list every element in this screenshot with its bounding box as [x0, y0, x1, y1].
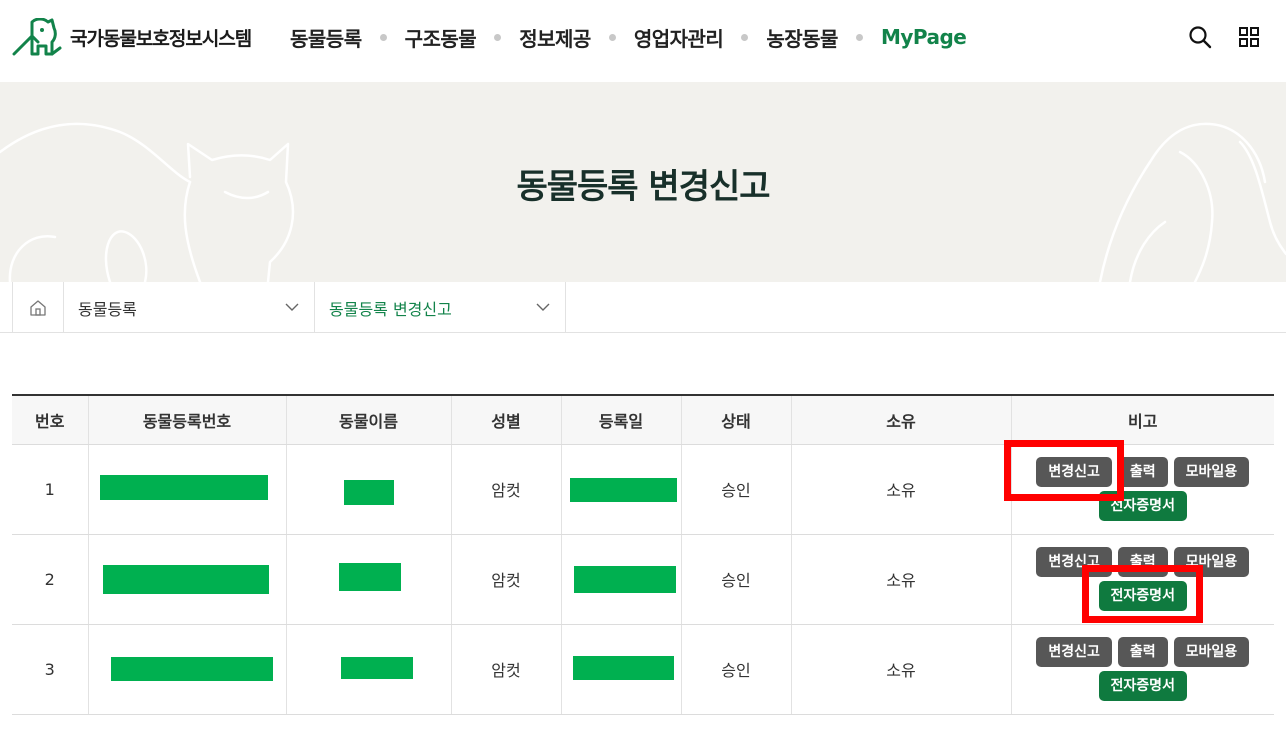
table-row: 2 암컷 승인 소유 변경신고 출력 모바일용 전자증명서 [12, 534, 1274, 625]
cell-remarks: 변경신고 출력 모바일용 전자증명서 [1010, 444, 1274, 535]
cell-remarks: 변경신고 출력 모바일용 전자증명서 [1010, 624, 1274, 715]
grid-menu-icon[interactable] [1237, 25, 1261, 49]
cell-number: 1 [12, 444, 88, 535]
cell-registration-number [87, 534, 286, 625]
nav-item-mypage[interactable]: MyPage [881, 25, 967, 49]
breadcrumb-level2-select[interactable]: 동물등록 변경신고 [315, 282, 566, 333]
cell-animal-name [285, 534, 451, 625]
nav-separator [855, 33, 863, 41]
nav-item-animal-registration[interactable]: 동물등록 [290, 23, 362, 52]
breadcrumb-level1-select[interactable]: 동물등록 [64, 282, 315, 333]
redacted-block [573, 565, 676, 593]
logo-icon [12, 18, 62, 56]
mobile-button[interactable]: 모바일용 [1173, 457, 1250, 487]
print-button[interactable]: 출력 [1117, 457, 1168, 487]
home-icon [30, 299, 46, 316]
breadcrumb-home[interactable] [12, 282, 64, 333]
cell-registration-date [560, 624, 681, 715]
column-header-animal-name: 동물이름 [285, 394, 451, 445]
e-certificate-button[interactable]: 전자증명서 [1098, 671, 1187, 701]
breadcrumb-level2-label: 동물등록 변경신고 [329, 299, 452, 319]
cell-status: 승인 [680, 444, 791, 535]
nav-separator [741, 33, 749, 41]
column-header-status: 상태 [680, 394, 791, 445]
site-name: 국가동물보호정보시스템 [70, 27, 252, 50]
mobile-button[interactable]: 모바일용 [1173, 637, 1250, 667]
cell-animal-name [285, 624, 451, 715]
search-icon[interactable] [1188, 25, 1212, 49]
page-title: 동물등록 변경신고 [516, 167, 770, 207]
change-report-button[interactable]: 변경신고 [1036, 457, 1112, 487]
redacted-block [102, 564, 269, 594]
table-row: 1 암컷 승인 소유 변경신고 출력 모바일용 전자증명서 [12, 444, 1274, 535]
cell-status: 승인 [680, 534, 791, 625]
cell-animal-name [285, 444, 451, 535]
row-action-buttons: 변경신고 출력 모바일용 전자증명서 [1023, 637, 1263, 701]
main-nav: 동물등록 구조동물 정보제공 영업자관리 농장동물 MyPage [290, 22, 967, 52]
cell-ownership: 소유 [790, 534, 1011, 625]
column-header-registration-date: 등록일 [560, 394, 681, 445]
e-certificate-button[interactable]: 전자증명서 [1098, 581, 1187, 611]
column-header-number: 번호 [12, 394, 88, 445]
redacted-block [572, 655, 674, 680]
nav-separator [494, 33, 502, 41]
column-header-registration-number: 동물등록번호 [87, 394, 286, 445]
registration-table: 번호 동물등록번호 동물이름 성별 등록일 상태 소유 비고 1 암컷 승인 소… [12, 394, 1274, 715]
cell-registration-number [87, 444, 286, 535]
change-report-button[interactable]: 변경신고 [1036, 637, 1112, 667]
cell-remarks: 변경신고 출력 모바일용 전자증명서 [1010, 534, 1274, 625]
nav-item-business-management[interactable]: 영업자관리 [634, 23, 724, 52]
breadcrumb: 동물등록 동물등록 변경신고 [0, 282, 1286, 333]
redacted-block [569, 477, 677, 502]
table-row: 3 암컷 승인 소유 변경신고 출력 모바일용 전자증명서 [12, 624, 1274, 715]
redacted-block [99, 474, 268, 500]
change-report-button[interactable]: 변경신고 [1036, 547, 1112, 577]
print-button[interactable]: 출력 [1117, 637, 1168, 667]
nav-item-information[interactable]: 정보제공 [519, 23, 591, 52]
cell-sex: 암컷 [450, 624, 561, 715]
column-header-ownership: 소유 [790, 394, 1011, 445]
breadcrumb-level1-label: 동물등록 [78, 299, 137, 319]
redacted-block [340, 656, 413, 679]
e-certificate-button[interactable]: 전자증명서 [1098, 491, 1187, 521]
nav-separator [608, 33, 616, 41]
chevron-down-icon [536, 303, 550, 311]
print-button[interactable]: 출력 [1117, 547, 1168, 577]
redacted-block [343, 479, 394, 505]
cell-registration-date [560, 534, 681, 625]
mobile-button[interactable]: 모바일용 [1173, 547, 1250, 577]
site-header: 국가동물보호정보시스템 동물등록 구조동물 정보제공 영업자관리 농장동물 My… [0, 0, 1286, 82]
cell-number: 3 [12, 624, 88, 715]
cell-registration-date [560, 444, 681, 535]
cell-sex: 암컷 [450, 534, 561, 625]
page-banner: 동물등록 변경신고 [0, 82, 1286, 282]
nav-item-rescued-animals[interactable]: 구조동물 [405, 23, 477, 52]
row-action-buttons: 변경신고 출력 모바일용 전자증명서 [1023, 457, 1263, 521]
cell-ownership: 소유 [790, 624, 1011, 715]
cell-ownership: 소유 [790, 444, 1011, 535]
row-action-buttons: 변경신고 출력 모바일용 전자증명서 [1023, 547, 1263, 611]
cell-status: 승인 [680, 624, 791, 715]
redacted-block [338, 562, 401, 591]
cell-sex: 암컷 [450, 444, 561, 535]
cell-number: 2 [12, 534, 88, 625]
chevron-down-icon [285, 303, 299, 311]
cell-registration-number [87, 624, 286, 715]
redacted-block [110, 656, 273, 681]
nav-separator [379, 33, 387, 41]
nav-item-farm-animals[interactable]: 농장동물 [766, 23, 838, 52]
site-logo[interactable]: 국가동물보호정보시스템 [12, 18, 252, 56]
table-header-row: 번호 동물등록번호 동물이름 성별 등록일 상태 소유 비고 [12, 394, 1274, 445]
column-header-sex: 성별 [450, 394, 561, 445]
column-header-remarks: 비고 [1010, 394, 1274, 445]
